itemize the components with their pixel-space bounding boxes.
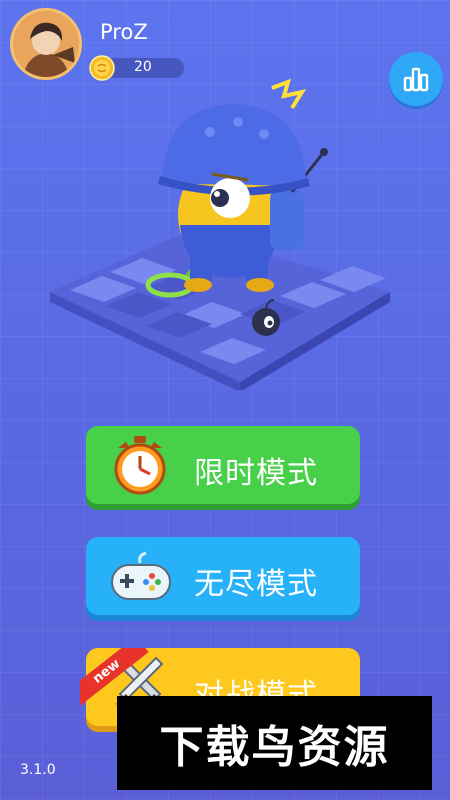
watermark: 下载鸟资源 — [117, 696, 432, 790]
hero-illustration — [50, 78, 390, 390]
bar-chart-icon — [403, 67, 429, 92]
gamepad-icon — [111, 551, 171, 600]
endless-mode-label: 无尽模式 — [194, 567, 318, 602]
username: ProZ — [100, 20, 148, 44]
timed-mode-label: 限时模式 — [194, 456, 318, 491]
timed-mode-button[interactable]: 限时模式 — [86, 426, 360, 504]
endless-mode-button[interactable]: 无尽模式 — [86, 537, 360, 615]
stopwatch-icon — [114, 436, 166, 495]
app-version: 3.1.0 — [20, 762, 56, 778]
